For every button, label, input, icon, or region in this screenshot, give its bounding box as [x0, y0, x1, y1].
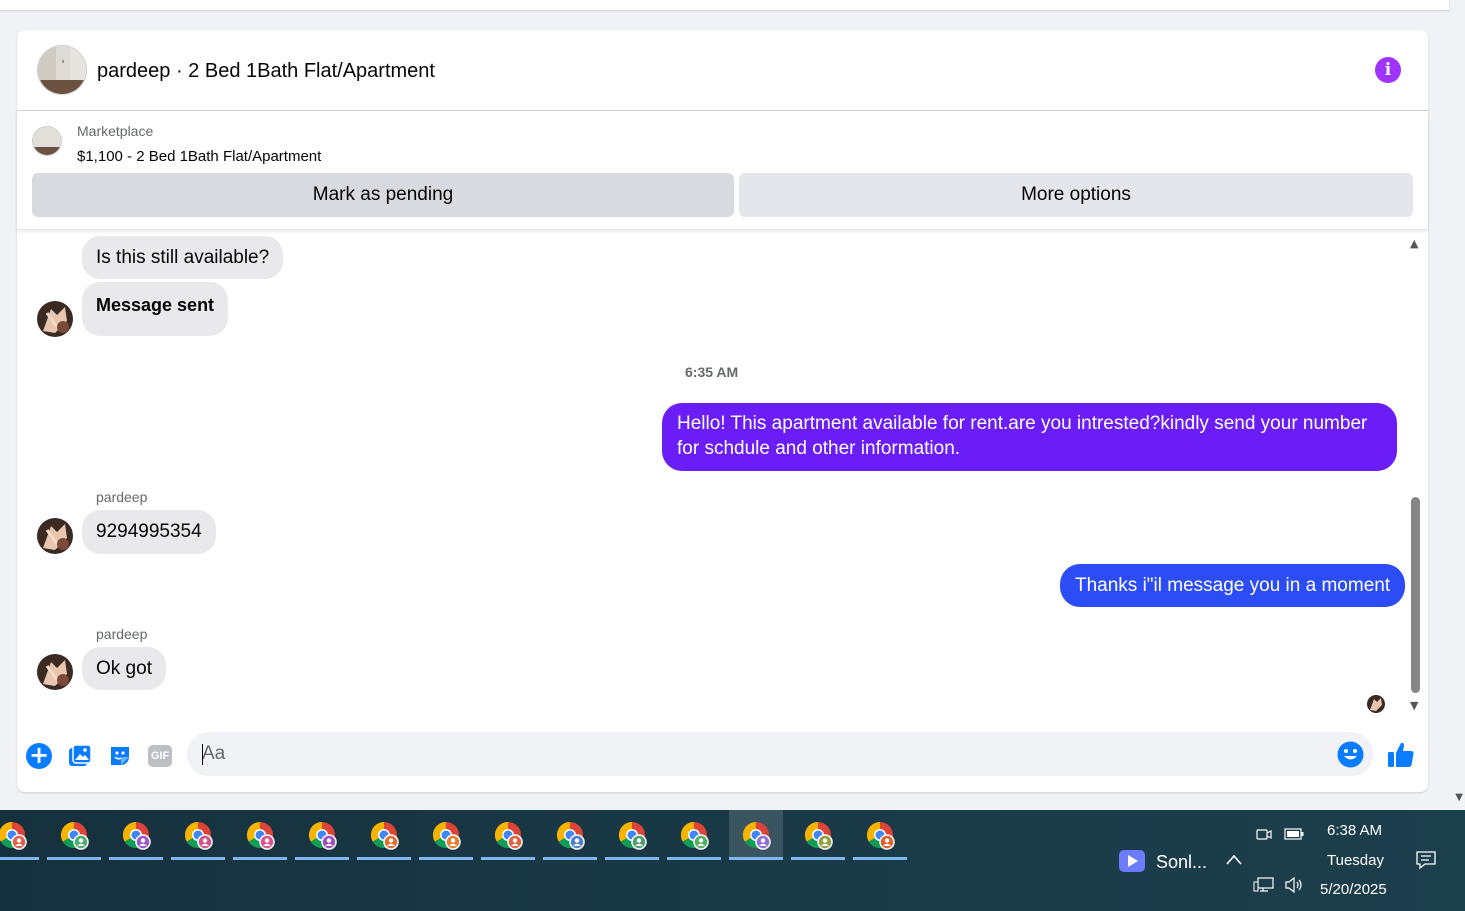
top-strip [0, 0, 1449, 10]
clock-day[interactable]: Tuesday [1327, 852, 1384, 869]
scrollbar-thumb[interactable] [1411, 497, 1420, 693]
taskbar-chrome-button[interactable] [357, 810, 411, 860]
plus-icon[interactable]: + [26, 743, 52, 769]
more-options-button[interactable]: More options [739, 173, 1413, 217]
running-indicator [357, 857, 411, 860]
chrome-icon [494, 821, 523, 850]
scroll-up-icon[interactable]: ▲ [1410, 237, 1418, 250]
thumbs-up-icon[interactable] [1386, 740, 1416, 770]
running-indicator [419, 857, 473, 860]
pardeep-avatar[interactable] [37, 654, 73, 690]
message-input-box[interactable] [187, 732, 1373, 776]
chrome-icon [556, 821, 585, 850]
taskbar-chrome-button[interactable] [729, 810, 783, 860]
emoji-icon[interactable] [1337, 741, 1364, 768]
taskbar-chrome-button[interactable] [171, 810, 225, 860]
taskbar-chrome-button[interactable] [0, 810, 39, 860]
taskbar-chrome-button[interactable] [543, 810, 597, 860]
taskbar-chrome-button[interactable] [605, 810, 659, 860]
taskbar-chrome-button[interactable] [295, 810, 349, 860]
running-indicator [667, 857, 721, 860]
text-caret [202, 744, 203, 765]
running-indicator [543, 857, 597, 860]
chrome-icon [122, 821, 151, 850]
running-indicator [295, 857, 349, 860]
clock-date[interactable]: 5/20/2025 [1320, 881, 1387, 898]
message-thread: Is this still available? Message sent 6:… [17, 233, 1428, 718]
running-indicator [853, 857, 907, 860]
media-app-label[interactable]: Sonl... [1156, 852, 1207, 873]
chat-header: pardeep · 2 Bed 1Bath Flat/Apartment i [17, 30, 1428, 111]
message-composer: + GIF [17, 730, 1428, 780]
photo-icon[interactable] [67, 743, 93, 769]
running-indicator [729, 857, 783, 860]
conversation-title[interactable]: pardeep · 2 Bed 1Bath Flat/Apartment [97, 60, 435, 83]
listing-thumbnail[interactable] [32, 126, 62, 156]
message-bubble-incoming[interactable]: Ok got [82, 647, 166, 690]
taskbar-chrome-button[interactable] [109, 810, 163, 860]
running-indicator [0, 857, 39, 860]
scroll-down-icon[interactable]: ▼ [1410, 699, 1418, 712]
message-bubble-incoming[interactable]: Is this still available? [82, 236, 284, 279]
chrome-icon [184, 821, 213, 850]
notifications-icon[interactable] [1415, 850, 1437, 870]
message-bubble-incoming[interactable]: 9294995354 [82, 510, 216, 554]
tray-expand-icon[interactable] [1225, 853, 1243, 867]
chrome-icon [432, 821, 461, 850]
thread-scrollbar[interactable]: ▲ ▼ [1407, 237, 1425, 717]
chrome-icon [618, 821, 647, 850]
chrome-icon [0, 821, 27, 850]
chrome-icon [308, 821, 337, 850]
info-icon[interactable]: i [1375, 57, 1401, 83]
sticker-icon[interactable] [107, 743, 133, 769]
chrome-icon [370, 821, 399, 850]
meet-now-icon[interactable] [1256, 826, 1272, 842]
chrome-icon [742, 821, 771, 850]
pardeep-avatar[interactable] [37, 301, 73, 337]
taskbar-chrome-button[interactable] [233, 810, 287, 860]
listing-source-label: Marketplace [77, 123, 154, 139]
taskbar-chrome-button[interactable] [667, 810, 721, 860]
running-indicator [791, 857, 845, 860]
running-indicator [233, 857, 287, 860]
media-app-icon[interactable] [1119, 850, 1145, 872]
chrome-icon [246, 821, 275, 850]
chrome-icon [866, 821, 895, 850]
mark-as-pending-button[interactable]: Mark as pending [32, 173, 734, 217]
running-indicator [481, 857, 535, 860]
clock-time[interactable]: 6:38 AM [1327, 822, 1382, 839]
running-indicator [109, 857, 163, 860]
taskbar-chrome-button[interactable] [419, 810, 473, 860]
running-indicator [605, 857, 659, 860]
chat-window: pardeep · 2 Bed 1Bath Flat/Apartment i M… [17, 30, 1428, 792]
seen-indicator-avatar [1367, 695, 1385, 713]
sender-name: pardeep [96, 489, 148, 505]
message-bubble-outgoing[interactable]: Thanks i"il message you in a moment [1060, 564, 1406, 607]
pardeep-avatar[interactable] [37, 518, 73, 554]
message-timestamp: 6:35 AM [685, 364, 739, 380]
taskbar-chrome-button[interactable] [853, 810, 907, 860]
page-scroll-down-icon[interactable]: ▼ [1455, 792, 1463, 803]
taskbar-chrome-button[interactable] [47, 810, 101, 860]
chrome-icon [804, 821, 833, 850]
running-indicator [47, 857, 101, 860]
windows-taskbar: Sonl... 6:38 AM Tuesday 5/20/2025 [0, 810, 1465, 911]
marketplace-listing: Marketplace $1,100 - 2 Bed 1Bath Flat/Ap… [17, 112, 1428, 230]
running-indicator [171, 857, 225, 860]
message-sent-bubble[interactable]: Message sent [82, 282, 229, 336]
message-bubble-outgoing[interactable]: Hello! This apartment available for rent… [662, 403, 1397, 471]
conversation-avatar[interactable] [37, 45, 87, 95]
chrome-icon [60, 821, 89, 850]
network-icon[interactable] [1253, 877, 1275, 893]
chrome-icon [680, 821, 709, 850]
volume-icon[interactable] [1284, 876, 1304, 894]
taskbar-chrome-button[interactable] [481, 810, 535, 860]
taskbar-chrome-button[interactable] [791, 810, 845, 860]
gif-icon[interactable]: GIF [148, 745, 172, 767]
message-input[interactable] [202, 732, 1302, 776]
listing-price-title[interactable]: $1,100 - 2 Bed 1Bath Flat/Apartment [77, 148, 321, 165]
sender-name: pardeep [96, 626, 148, 642]
battery-icon[interactable] [1284, 827, 1304, 841]
